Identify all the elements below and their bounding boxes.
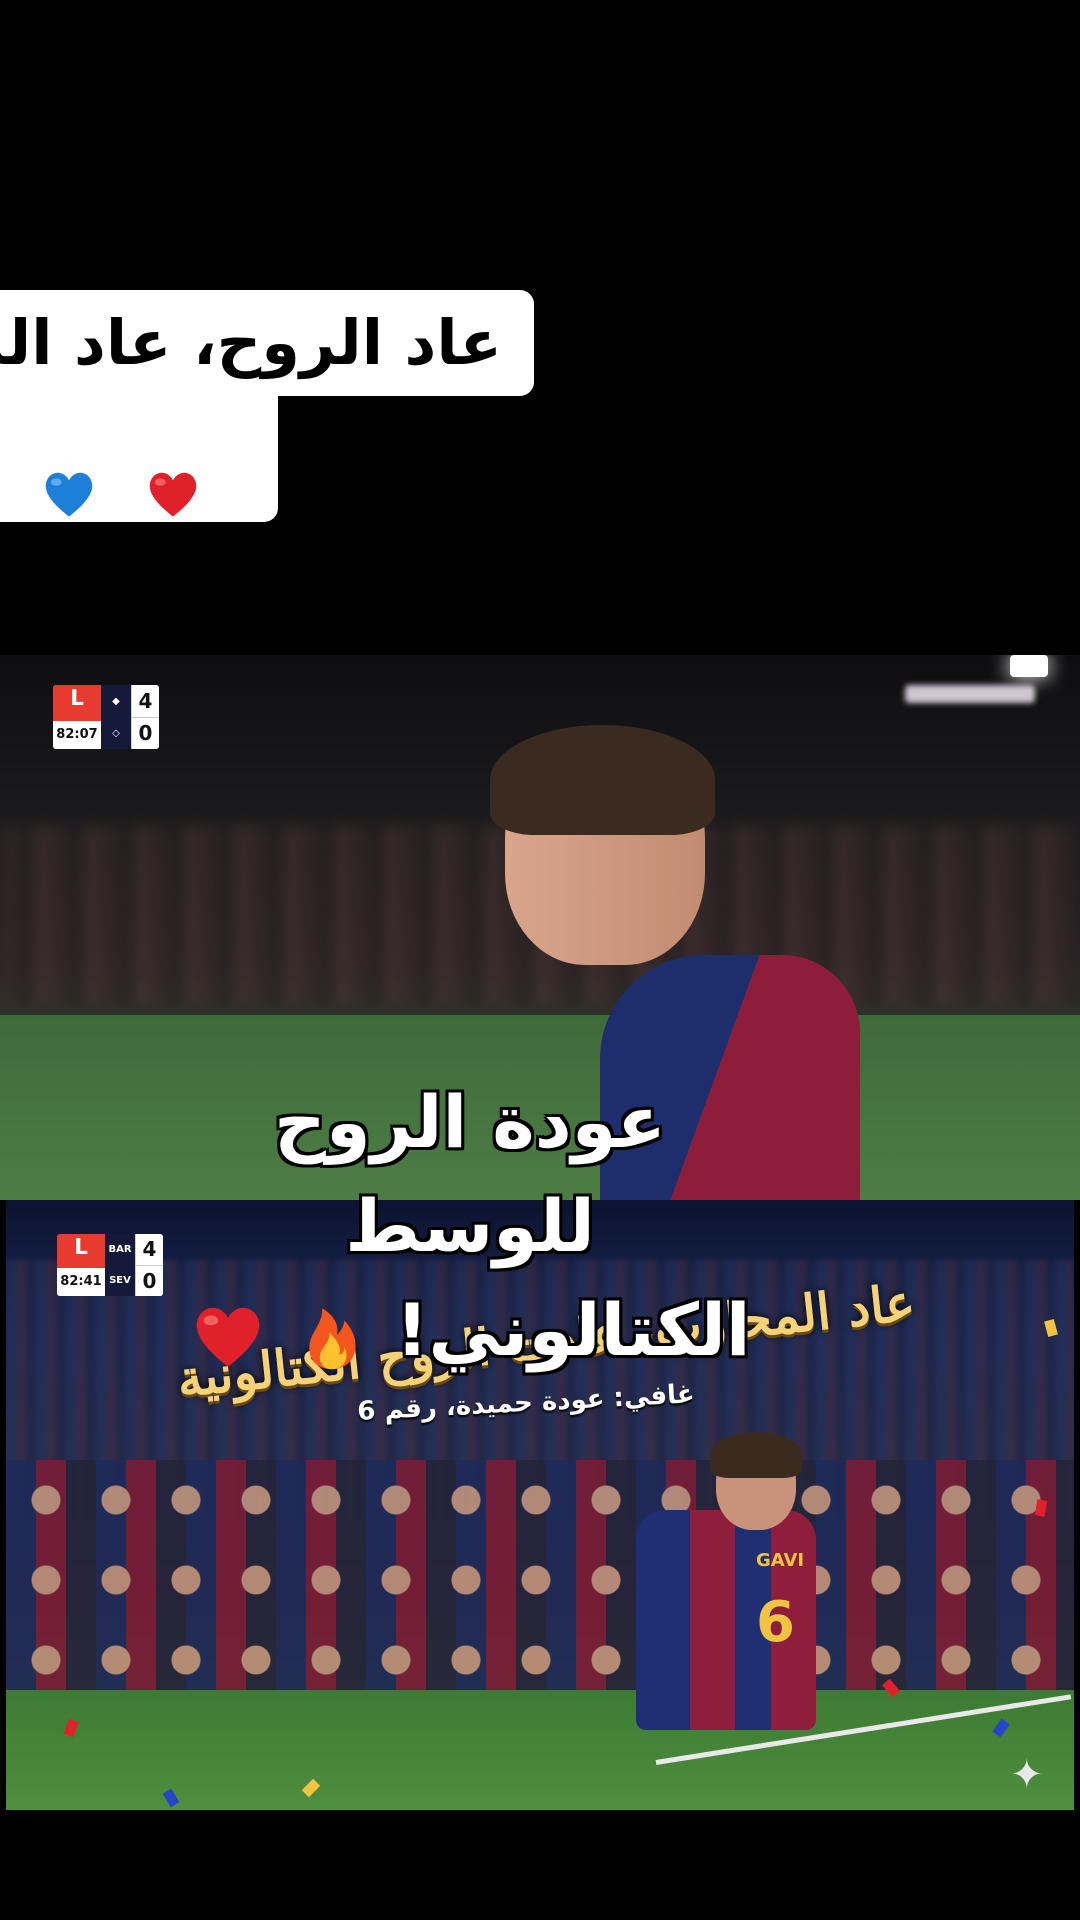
watermark-blur [905, 685, 1035, 703]
caption-line-2-text: !6 [0, 396, 278, 522]
laliga-logo-icon: ᒪ 82:41 [57, 1234, 105, 1296]
stadium-light [1010, 655, 1048, 677]
team-names: BAR SEV [105, 1234, 135, 1296]
laliga-logo-icon: ᒪ 82:07 [53, 685, 101, 749]
score-values: 4 0 [131, 685, 159, 749]
scoreboard: ᒪ 82:41 BAR SEV 4 0 [57, 1234, 163, 1296]
kneeling-player: GAVI 6 [606, 1420, 836, 1800]
video-subtitle: عودة الروح للوسط الكتالوني! [150, 1070, 790, 1382]
away-team: SEV [109, 1275, 131, 1286]
team-crests: ◆ ◇ [101, 685, 131, 749]
match-clock: 82:07 [53, 721, 101, 749]
player-name: GAVI [756, 1550, 805, 1571]
sparkle-icon: ✦ [1010, 1752, 1044, 1798]
subtitle-line-2-wrap: الكتالوني! [150, 1278, 790, 1382]
fire-icon [293, 1296, 371, 1374]
caption-line-1-text: عاد الروح، عاد الم [0, 306, 502, 379]
caption-line-2: !6 [0, 396, 278, 522]
home-score: 4 [131, 685, 159, 717]
match-clock: 82:41 [57, 1268, 105, 1296]
subtitle-line-1: عودة الروح للوسط [274, 1080, 666, 1268]
away-crest-icon: ◇ [112, 727, 120, 739]
blue-heart-icon [40, 435, 136, 517]
player-hair [490, 725, 715, 835]
home-crest-icon: ◆ [112, 695, 120, 707]
scoreboard: ᒪ 82:07 ◆ ◇ 4 0 [53, 685, 159, 749]
subtitle-line-2: الكتالوني! [395, 1288, 751, 1372]
player-number: 6 [756, 1590, 795, 1655]
caption-line-1: عاد الروح، عاد الم [0, 290, 534, 396]
away-score: 0 [131, 716, 159, 749]
caption-line-2-text-value: !6 [0, 396, 8, 522]
red-heart-icon [189, 1296, 267, 1374]
red-heart-icon [144, 435, 240, 517]
player-hair [710, 1432, 802, 1478]
home-team: BAR [108, 1244, 132, 1255]
